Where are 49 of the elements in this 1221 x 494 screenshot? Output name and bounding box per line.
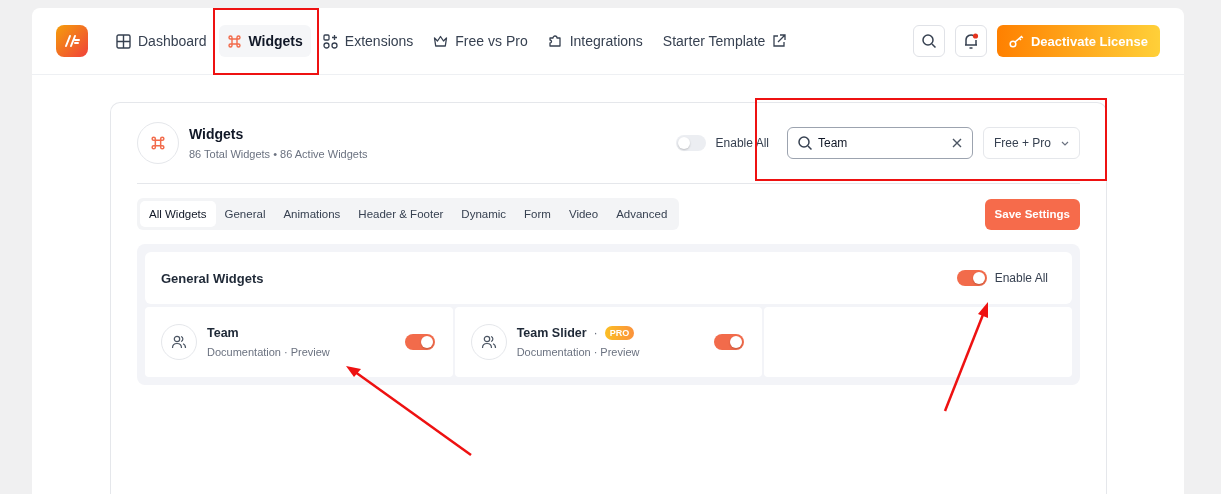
toggle-switch[interactable] (675, 135, 706, 151)
category-tab[interactable]: Form (515, 201, 560, 227)
puzzle-icon (547, 33, 563, 49)
nav-tab[interactable]: Free vs Pro (425, 25, 536, 57)
apps-icon (322, 33, 338, 49)
filter-dropdown[interactable]: Free + Pro (982, 127, 1080, 159)
external-link-icon (772, 34, 787, 48)
pro-badge: PRO (604, 326, 635, 340)
group-title: General Widgets (161, 270, 264, 286)
category-tab[interactable]: Dynamic (452, 201, 516, 227)
nav-tab[interactable]: Dashboard (108, 25, 215, 57)
category-tab[interactable]: Header & Footer (349, 201, 453, 227)
nav-tab[interactable]: Extensions (314, 25, 422, 57)
separator: · (284, 346, 288, 358)
widget-name: Team Slider (516, 326, 587, 340)
app-logo[interactable] (56, 25, 88, 57)
search-icon (920, 33, 937, 49)
widget-name: Team (207, 326, 239, 340)
panel-subtitle: 86 Total Widgets • 86 Active Widgets (189, 148, 368, 160)
category-tab[interactable]: Animations (274, 201, 350, 227)
notification-button[interactable] (954, 25, 987, 57)
widget-link[interactable]: Preview (290, 346, 330, 358)
nav-tab[interactable]: Integrations (539, 25, 651, 57)
command-icon (226, 33, 242, 49)
widget-link[interactable]: Documentation (207, 346, 281, 358)
crown-icon (433, 33, 449, 49)
search-field[interactable]: Team (786, 127, 973, 159)
chevron-down-icon (1061, 140, 1069, 146)
panel-title: Widgets (189, 126, 245, 142)
search-icon (796, 135, 813, 151)
category-tab[interactable]: Video (559, 201, 608, 227)
widget-link[interactable]: Preview (600, 346, 640, 358)
toggle-switch[interactable] (404, 334, 435, 350)
category-tab[interactable]: All Widgets (140, 201, 216, 227)
separator: · (593, 346, 598, 358)
separator: · (593, 326, 598, 340)
toggle-switch[interactable] (714, 334, 745, 350)
search-button[interactable] (912, 25, 945, 57)
category-tab[interactable]: General (215, 201, 275, 227)
nav-tab[interactable]: Starter Template (654, 25, 795, 57)
clear-icon[interactable] (951, 138, 962, 148)
grid-icon (116, 33, 131, 49)
toggle-switch[interactable] (956, 270, 987, 286)
nav-tab[interactable]: Widgets (218, 25, 311, 57)
key-icon (1008, 34, 1025, 48)
toggle-label: Enable All (994, 271, 1048, 285)
widget-link[interactable]: Documentation (516, 346, 591, 358)
category-tab[interactable]: Advanced (607, 201, 677, 227)
bell-icon (962, 32, 979, 50)
